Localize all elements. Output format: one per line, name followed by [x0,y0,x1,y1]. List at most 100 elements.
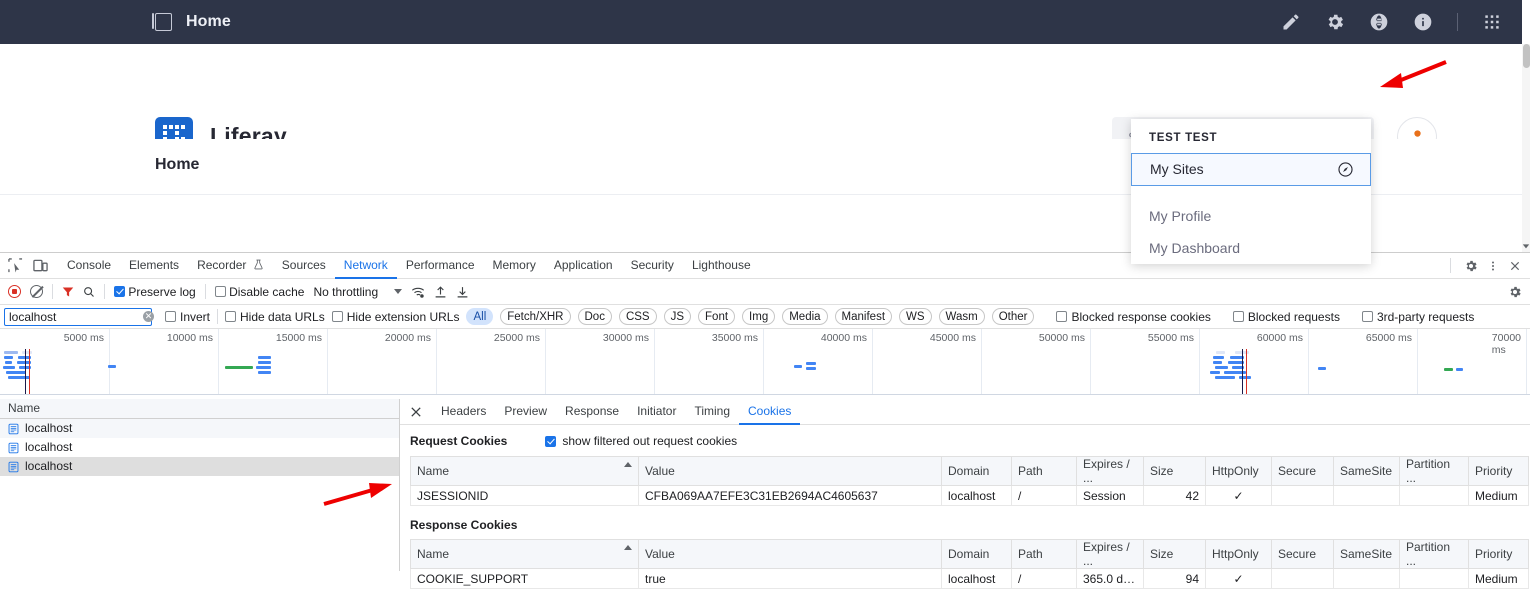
detail-tab-initiator[interactable]: Initiator [628,399,685,425]
col-partition[interactable]: Partition ... [1399,539,1469,569]
col-name[interactable]: Name [410,539,639,569]
record-icon[interactable] [8,285,21,298]
scroll-down-arrow-icon[interactable] [1522,242,1530,250]
detail-tab-cookies[interactable]: Cookies [739,399,801,425]
more-vertical-icon[interactable] [1491,259,1495,273]
type-filter-manifest[interactable]: Manifest [834,308,893,325]
devtools-tab-lighthouse[interactable]: Lighthouse [683,253,760,279]
devtools-tab-console[interactable]: Console [58,253,120,279]
preserve-log-checkbox[interactable]: Preserve log [114,285,196,299]
col-priority[interactable]: Priority [1468,456,1529,486]
devtools-tab-application[interactable]: Application [545,253,622,279]
network-conditions-icon[interactable] [411,285,425,299]
user-menu-item-my-profile[interactable]: My Profile [1131,200,1371,232]
show-filtered-cookies-checkbox[interactable]: show filtered out request cookies [545,434,737,448]
type-filter-css[interactable]: CSS [618,308,657,325]
panel-toggle-icon[interactable] [151,13,172,31]
col-size[interactable]: Size [1143,539,1206,569]
disable-cache-checkbox[interactable]: Disable cache [214,285,304,299]
table-row[interactable]: JSESSIONID CFBA069AA7EFE3C31EB2694AC4605… [410,485,1529,506]
throttling-select[interactable]: No throttling [313,285,403,299]
devtools-tab-sources[interactable]: Sources [273,253,335,279]
col-partition[interactable]: Partition ... [1399,456,1469,486]
import-har-icon[interactable] [434,285,447,299]
detail-tab-timing[interactable]: Timing [685,399,739,425]
settings-gear-icon[interactable] [1464,259,1478,273]
detail-tab-response[interactable]: Response [556,399,628,425]
table-row[interactable]: COOKIE_SUPPORT true localhost / 365.0 da… [410,568,1529,589]
col-value[interactable]: Value [638,539,942,569]
gear-icon[interactable] [1325,12,1345,32]
col-path[interactable]: Path [1011,456,1077,486]
type-filter-img[interactable]: Img [742,308,776,325]
clear-icon[interactable] [30,285,43,298]
type-filter-fetch-xhr[interactable]: Fetch/XHR [500,308,571,325]
type-filter-other[interactable]: Other [991,308,1035,325]
device-toolbar-icon[interactable] [33,258,48,273]
col-samesite[interactable]: SameSite [1333,456,1400,486]
edit-pencil-icon[interactable] [1281,12,1301,32]
detail-tab-headers[interactable]: Headers [432,399,495,425]
nav-item-home[interactable]: Home [155,156,199,174]
col-httponly[interactable]: HttpOnly [1205,456,1272,486]
grid-apps-icon[interactable] [1482,12,1502,32]
col-domain[interactable]: Domain [941,456,1012,486]
type-filter-all[interactable]: All [466,308,494,325]
type-filter-media[interactable]: Media [782,308,828,325]
globe-icon[interactable] [1369,12,1389,32]
network-overview-timeline[interactable]: 5000 ms 10000 ms 15000 ms 20000 ms 25000… [0,329,1530,395]
request-list-column-name[interactable]: Name [0,399,399,419]
export-har-icon[interactable] [456,285,469,299]
devtools-tab-security[interactable]: Security [622,253,683,279]
devtools-tab-recorder[interactable]: Recorder [188,253,273,279]
col-path[interactable]: Path [1011,539,1077,569]
type-filter-wasm[interactable]: Wasm [938,308,985,325]
scrollbar-thumb[interactable] [1523,44,1530,68]
detail-tab-preview[interactable]: Preview [495,399,556,425]
hide-data-urls-checkbox[interactable]: Hide data URLs [225,310,325,324]
type-filter-doc[interactable]: Doc [577,308,612,325]
filter-funnel-icon[interactable] [62,286,74,298]
type-filter-ws[interactable]: WS [899,308,932,325]
col-domain[interactable]: Domain [941,539,1012,569]
table-row[interactable]: localhost [0,419,399,438]
hide-extension-urls-checkbox[interactable]: Hide extension URLs [331,310,459,324]
devtools-tab-performance[interactable]: Performance [397,253,484,279]
clear-input-icon[interactable]: ✕ [143,311,154,322]
col-secure[interactable]: Secure [1271,456,1334,486]
col-samesite[interactable]: SameSite [1333,539,1400,569]
invert-checkbox[interactable]: Invert [165,310,210,324]
inspect-element-icon[interactable] [8,258,23,273]
col-expires[interactable]: Expires / ... [1076,539,1144,569]
devtools-tab-elements[interactable]: Elements [120,253,188,279]
blocked-requests-checkbox[interactable]: Blocked requests [1232,310,1340,324]
type-filter-font[interactable]: Font [698,308,736,325]
devtools-tab-network[interactable]: Network [334,253,397,279]
table-row[interactable]: localhost [0,457,399,476]
col-httponly[interactable]: HttpOnly [1205,539,1272,569]
col-size[interactable]: Size [1143,456,1206,486]
page-scrollbar[interactable] [1522,44,1530,252]
user-menu-item-my-sites[interactable]: My Sites [1131,153,1371,186]
col-priority[interactable]: Priority [1468,539,1529,569]
col-value[interactable]: Value [638,456,942,486]
col-name[interactable]: Name [410,456,639,486]
info-icon[interactable] [1413,12,1433,32]
menu-spacer [1131,186,1371,200]
filter-input[interactable] [4,307,152,326]
table-row[interactable]: localhost [0,438,399,457]
overview-tick-label: 65000 ms [1365,332,1412,344]
blocked-response-cookies-checkbox[interactable]: Blocked response cookies [1056,310,1211,324]
close-icon[interactable] [408,404,424,420]
toolbar-divider [1457,13,1458,31]
third-party-requests-checkbox[interactable]: 3rd-party requests [1361,310,1474,324]
user-menu-item-my-dashboard[interactable]: My Dashboard [1131,232,1371,264]
type-filter-js[interactable]: JS [663,308,692,325]
network-settings-gear-icon[interactable] [1508,285,1522,299]
col-expires[interactable]: Expires / ... [1076,456,1144,486]
close-icon[interactable] [1508,259,1522,273]
col-secure[interactable]: Secure [1271,539,1334,569]
document-icon [8,442,19,453]
search-icon[interactable] [83,286,95,298]
devtools-tab-memory[interactable]: Memory [484,253,545,279]
